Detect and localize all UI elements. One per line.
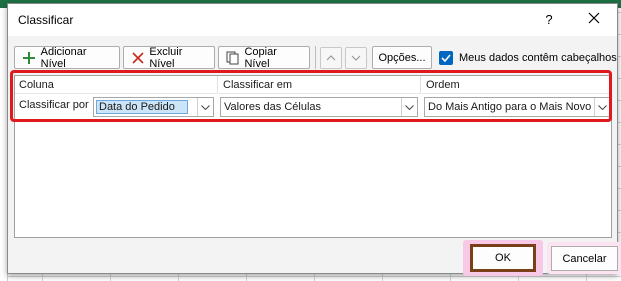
close-icon: [588, 12, 600, 24]
dialog-title: Classificar: [18, 13, 74, 27]
title-bar: Classificar ?: [8, 4, 617, 36]
move-down-button[interactable]: [345, 47, 367, 69]
sort-dialog: Classificar ? Adicionar Nível Excluir Ní…: [7, 3, 621, 276]
close-button[interactable]: [582, 9, 606, 31]
copy-level-label: Copiar Nível: [244, 45, 277, 70]
ok-button[interactable]: OK: [470, 244, 536, 272]
delete-level-label: Excluir Nível: [149, 45, 183, 70]
copy-icon: [225, 50, 240, 66]
sort-by-label: Classificar por: [19, 99, 89, 111]
order-select-value: Do Mais Antigo para o Mais Novo: [428, 101, 592, 113]
column-header-sort-on: Classificar em: [219, 76, 421, 94]
column-select-value: Data do Pedido: [96, 100, 188, 114]
toolbar-separator: [315, 46, 316, 69]
headers-checkbox[interactable]: [439, 51, 453, 65]
headers-checkbox-group[interactable]: Meus dados contêm cabeçalhos: [439, 50, 617, 66]
move-up-button[interactable]: [320, 47, 342, 69]
add-level-button[interactable]: Adicionar Nível: [14, 45, 120, 70]
cancel-button[interactable]: Cancelar: [551, 246, 618, 271]
headers-checkbox-label: Meus dados contêm cabeçalhos: [459, 52, 617, 64]
add-level-label: Adicionar Nível: [40, 45, 87, 70]
checkmark-icon: [441, 54, 451, 62]
help-button[interactable]: ?: [540, 10, 558, 30]
sort-on-select[interactable]: Valores das Células: [220, 97, 418, 117]
order-dropdown-arrow[interactable]: [594, 98, 610, 116]
column-header-column: Coluna: [15, 76, 218, 94]
options-label: Opções...: [378, 51, 426, 64]
sort-on-dropdown-arrow[interactable]: [401, 98, 417, 116]
column-header-order: Ordem: [422, 76, 612, 94]
x-icon: [130, 50, 145, 66]
sort-levels-list: Coluna Classificar em Ordem Classificar …: [14, 75, 612, 238]
column-select[interactable]: Data do Pedido: [93, 97, 214, 117]
chevron-down-icon: [201, 104, 210, 110]
chevron-down-icon: [598, 104, 607, 110]
order-select[interactable]: Do Mais Antigo para o Mais Novo: [424, 97, 611, 117]
options-button[interactable]: Opções...: [372, 46, 432, 69]
sort-on-select-value: Valores das Células: [224, 101, 322, 113]
column-dropdown-arrow[interactable]: [197, 98, 213, 116]
chevron-down-icon: [351, 55, 361, 61]
plus-icon: [21, 50, 37, 66]
delete-level-button[interactable]: Excluir Nível: [123, 45, 215, 70]
copy-level-button[interactable]: Copiar Nível: [218, 45, 310, 70]
toolbar: Adicionar Nível Excluir Nível Copiar Nív…: [8, 44, 617, 70]
chevron-up-icon: [326, 55, 336, 61]
chevron-down-icon: [405, 104, 414, 110]
